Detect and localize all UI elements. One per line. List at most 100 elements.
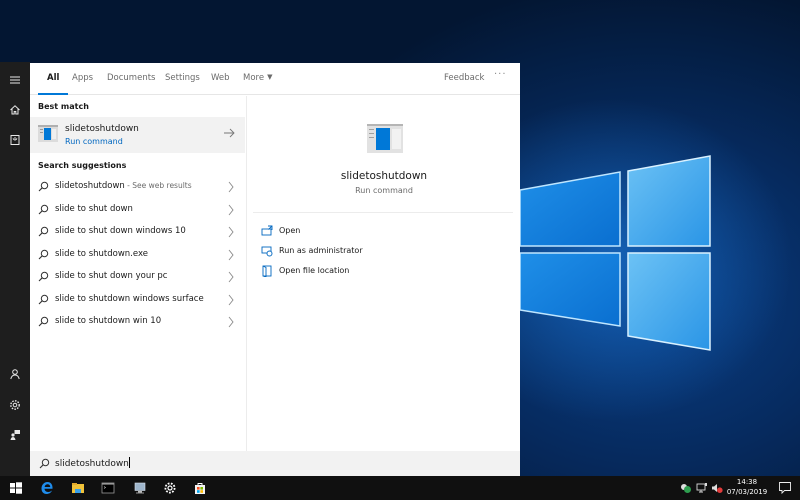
tab-label: Apps xyxy=(72,73,94,83)
chevron-right-icon xyxy=(228,271,234,283)
settings-icon xyxy=(164,482,176,494)
feedback-hub-icon xyxy=(10,430,20,440)
run-command-large-icon xyxy=(367,124,403,153)
store-icon xyxy=(195,483,205,494)
suggestion-item[interactable]: slide to shutdown win 10 xyxy=(30,311,245,333)
best-match-subtitle: Run command xyxy=(65,137,123,146)
windows-start-icon xyxy=(10,482,22,494)
store-taskbar-button[interactable] xyxy=(185,476,215,500)
file-location-icon xyxy=(262,265,272,277)
open-file-location-action[interactable]: Open file location xyxy=(247,262,521,282)
command-prompt-taskbar-button[interactable] xyxy=(93,476,123,500)
suggestion-text: slide to shutdown.exe xyxy=(55,249,148,259)
remote-desktop-taskbar-button[interactable] xyxy=(125,476,155,500)
settings-button[interactable] xyxy=(0,390,30,420)
account-button[interactable] xyxy=(0,359,30,389)
suggestion-item[interactable]: slide to shutdown windows surface xyxy=(30,289,245,311)
cortana-left-rail xyxy=(0,62,30,476)
see-web-results-hint: - See web results xyxy=(124,181,192,190)
tab-more[interactable]: More ▼ xyxy=(243,73,272,95)
action-center-icon[interactable] xyxy=(778,481,792,495)
chevron-right-icon xyxy=(228,294,234,306)
best-match-item[interactable]: slidetoshutdown Run command xyxy=(30,117,245,153)
taskbar: 14:38 07/03/2019 xyxy=(0,476,800,500)
search-icon xyxy=(38,181,49,192)
start-button[interactable] xyxy=(1,476,31,500)
feedback-link[interactable]: Feedback xyxy=(444,73,484,83)
file-explorer-taskbar-button[interactable] xyxy=(63,476,93,500)
preview-divider xyxy=(253,212,513,213)
results-list: Best match slidetoshutdown Run command S… xyxy=(30,96,245,451)
more-options-button[interactable]: ··· xyxy=(494,69,507,80)
home-button[interactable] xyxy=(0,95,30,125)
tab-label: Web xyxy=(211,73,230,83)
notebook-button[interactable] xyxy=(0,125,30,155)
tab-all[interactable]: All xyxy=(37,73,70,95)
windows-logo-wallpaper xyxy=(520,150,720,360)
suggestion-item[interactable]: slide to shut down windows 10 xyxy=(30,221,245,243)
clock-time: 14:38 xyxy=(736,478,758,486)
chevron-right-icon xyxy=(228,249,234,261)
best-match-heading: Best match xyxy=(38,102,89,111)
user-icon xyxy=(10,369,20,380)
search-icon xyxy=(39,458,50,469)
tab-documents[interactable]: Documents xyxy=(107,73,155,95)
preview-pane: slidetoshutdown Run command Open Run as … xyxy=(246,96,520,451)
chevron-right-icon xyxy=(228,316,234,328)
tab-label: Settings xyxy=(165,73,200,83)
search-icon xyxy=(38,316,49,327)
tab-label: All xyxy=(47,73,60,83)
suggestion-item[interactable]: slidetoshutdown - See web results xyxy=(30,176,245,198)
menu-icon xyxy=(10,76,20,84)
search-results-panel: All Apps Documents Settings Web More ▼ Fe… xyxy=(30,63,520,451)
security-tray-icon[interactable] xyxy=(680,482,692,494)
open-action[interactable]: Open xyxy=(247,222,521,242)
suggestion-text: slide to shutdown win 10 xyxy=(55,316,162,326)
search-query: slidetoshutdown xyxy=(55,459,129,469)
search-icon xyxy=(38,294,49,305)
open-icon xyxy=(261,225,273,236)
suggestion-item[interactable]: slide to shut down xyxy=(30,199,245,221)
chevron-right-icon xyxy=(228,226,234,238)
preview-title: slidetoshutdown xyxy=(340,170,428,182)
settings-icon xyxy=(10,400,20,410)
volume-muted-tray-icon[interactable] xyxy=(711,482,723,494)
open-label: Open xyxy=(279,226,301,235)
best-match-title: slidetoshutdown xyxy=(65,124,139,134)
remote-desktop-icon xyxy=(134,482,146,494)
arrow-right-icon[interactable] xyxy=(223,127,235,139)
run-as-admin-icon xyxy=(261,246,273,257)
tab-label: Documents xyxy=(107,73,156,83)
edge-icon xyxy=(41,482,53,494)
settings-taskbar-button[interactable] xyxy=(155,476,185,500)
search-scope-tabs: All Apps Documents Settings Web More ▼ Fe… xyxy=(30,63,520,95)
run-as-administrator-label: Run as administrator xyxy=(279,246,363,255)
open-file-location-label: Open file location xyxy=(279,266,350,275)
tab-settings[interactable]: Settings xyxy=(165,73,200,95)
preview-subtitle: Run command xyxy=(355,186,413,195)
search-icon xyxy=(38,204,49,215)
search-input[interactable]: slidetoshutdown xyxy=(30,451,520,476)
chevron-right-icon xyxy=(228,181,234,193)
run-as-administrator-action[interactable]: Run as administrator xyxy=(247,242,521,262)
tab-web[interactable]: Web xyxy=(211,73,230,95)
suggestion-text: slidetoshutdown - See web results xyxy=(55,181,192,191)
hamburger-menu-button[interactable] xyxy=(0,65,30,95)
suggestion-text: slide to shut down xyxy=(55,204,133,214)
suggestion-item[interactable]: slide to shut down your pc xyxy=(30,266,245,288)
file-explorer-icon xyxy=(72,483,84,493)
tab-apps[interactable]: Apps xyxy=(72,73,93,95)
suggestion-item[interactable]: slide to shutdown.exe xyxy=(30,244,245,266)
chevron-right-icon xyxy=(228,204,234,216)
network-tray-icon[interactable] xyxy=(696,482,708,494)
tab-label: More xyxy=(243,73,265,83)
clock-date: 07/03/2019 xyxy=(726,488,768,496)
clock[interactable]: 14:38 07/03/2019 xyxy=(724,478,770,497)
search-icon xyxy=(38,271,49,282)
search-icon xyxy=(38,226,49,237)
feedback-hub-button[interactable] xyxy=(0,420,30,450)
edge-taskbar-button[interactable] xyxy=(32,476,62,500)
home-icon xyxy=(10,105,20,115)
search-icon xyxy=(38,249,49,260)
suggestion-text: slide to shut down windows 10 xyxy=(55,226,186,236)
